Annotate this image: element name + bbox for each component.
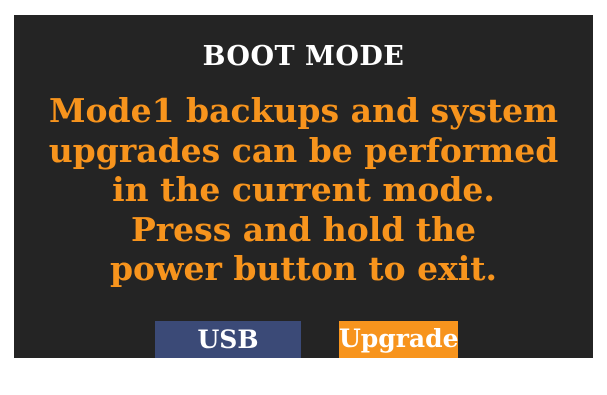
message-line-2: upgrades can be performed: [48, 130, 559, 170]
message-line-5: power button to exit.: [109, 249, 498, 288]
message-line-3: in the current mode.: [112, 170, 495, 209]
usb-mode-button[interactable]: USB MODE: [155, 321, 301, 391]
device-screen: BOOT MODE Mode1 backups and system upgra…: [14, 15, 593, 391]
boot-message: Mode1 backups and system upgrades can be…: [14, 91, 593, 289]
message-line-1: Mode1 backups and system: [48, 91, 559, 130]
message-line-4: Press and hold the: [130, 209, 477, 249]
boot-mode-title: BOOT MODE: [202, 41, 405, 72]
upgrade-button[interactable]: Upgrade: [339, 321, 459, 358]
